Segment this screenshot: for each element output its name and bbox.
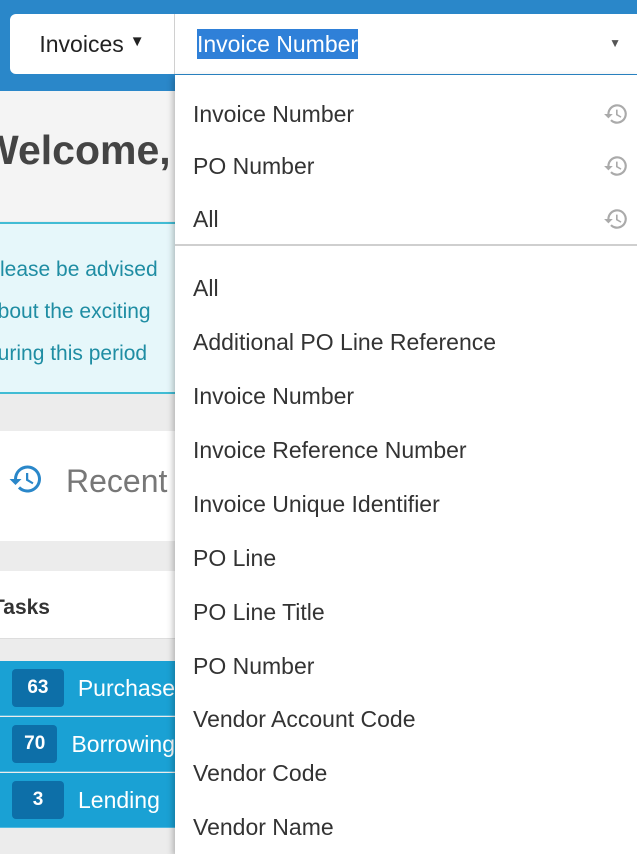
field-option-label: All [193,274,219,301]
history-icon [604,104,627,124]
field-option[interactable]: Invoice Unique Identifier [175,477,637,531]
caret-down-icon: ▼ [129,32,145,50]
search-field-select[interactable]: Invoice Number ▼ [174,14,637,74]
notice-line: about the exciting [0,300,151,323]
recent-search-label: PO Number [193,152,315,179]
search-field-dropdown: Invoice Number PO Number All All Additio… [175,75,637,854]
field-option[interactable]: Additional PO Line Reference [175,315,637,369]
field-option-label: Additional PO Line Reference [193,328,497,355]
notice-line: Please be advised [0,258,158,281]
task-count-badge: 70 [12,725,58,763]
field-option-label: Invoice Reference Number [193,436,467,463]
tasks-header: Tasks [0,571,175,639]
field-option-label: PO Line [193,544,277,571]
field-option-label: Invoice Unique Identifier [193,490,440,517]
recent-search-item[interactable]: Invoice Number [175,87,637,141]
task-row[interactable]: 3 Lending [0,773,175,828]
field-option[interactable]: Vendor Name [175,800,637,854]
field-option-label: Vendor Name [193,813,334,840]
recent-search-item[interactable]: PO Number [175,139,637,193]
task-count-badge: 3 [12,781,64,819]
search-field-selected: Invoice Number [197,28,359,60]
notice-line: during this period [0,342,148,365]
field-option-label: Invoice Number [193,382,355,409]
dropdown-divider [175,244,637,246]
field-option[interactable]: Invoice Number [175,369,637,423]
task-name: Purchase [77,674,175,701]
task-row[interactable]: 63 Purchase [0,661,175,716]
welcome-section: Welcome, [0,91,175,221]
recent-search-item[interactable]: All [175,192,637,246]
task-row[interactable]: 70 Borrowing [0,717,175,772]
history-icon [604,209,627,229]
divider [0,541,175,571]
welcome-heading: Welcome, [0,127,171,173]
field-option[interactable]: Invoice Reference Number [175,423,637,477]
field-option-label: PO Number [193,652,315,679]
task-count-badge: 63 [12,669,64,707]
history-icon [9,465,41,493]
field-option-label: Vendor Account Code [193,705,416,732]
field-option[interactable]: PO Line Title [175,585,637,639]
chevron-down-icon: ▼ [609,36,621,50]
recent-section: Recent [0,431,175,541]
field-option[interactable]: Vendor Code [175,746,637,800]
divider [0,395,175,431]
field-option[interactable]: All [175,261,637,315]
recent-search-label: Invoice Number [193,100,355,127]
task-name: Lending [78,786,160,813]
search-scope-label: Invoices [39,30,124,57]
recent-label: Recent [66,463,168,499]
field-option-label: PO Line Title [193,598,325,625]
field-option[interactable]: PO Number [175,639,637,693]
background-page: Welcome, Please be advised about the exc… [0,91,175,854]
notice-panel: Please be advised about the exciting dur… [0,222,175,394]
tasks-title: Tasks [0,596,50,619]
history-icon [604,156,627,176]
field-option[interactable]: Vendor Account Code [175,692,637,746]
field-option[interactable]: PO Line [175,531,637,585]
task-name: Borrowing [71,730,175,757]
field-option-label: Vendor Code [193,759,328,786]
recent-search-label: All [193,205,219,232]
search-scope-dropdown[interactable]: Invoices ▼ [10,14,174,74]
